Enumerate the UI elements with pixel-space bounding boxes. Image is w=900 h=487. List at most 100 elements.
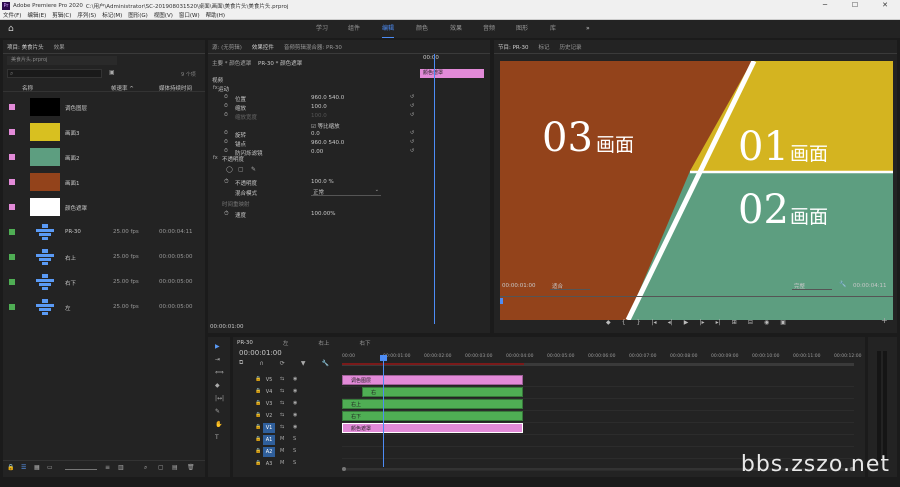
menu-edit[interactable]: 编辑(E) <box>24 11 49 19</box>
property-value[interactable]: 100.0 <box>311 104 327 110</box>
project-item[interactable]: 画面2 <box>3 146 205 170</box>
pen-tool-icon[interactable]: ✎ <box>215 408 220 415</box>
col-fps[interactable]: 帧速率 ^ <box>111 84 134 92</box>
ws-more-button[interactable]: » <box>586 20 590 38</box>
snap-icon[interactable]: ∩ <box>259 360 263 367</box>
time-remap-label[interactable]: 时间重映射 <box>222 200 250 208</box>
slip-tool-icon[interactable]: |↔| <box>215 395 224 402</box>
ripple-edit-icon[interactable]: ⟺ <box>215 369 224 376</box>
reset-icon[interactable]: ↺ <box>410 112 414 118</box>
label-color-swatch[interactable] <box>9 104 15 110</box>
ellipse-mask-icon[interactable]: ◯ <box>226 166 233 173</box>
track-lock-icon[interactable]: 🔒 <box>255 376 261 382</box>
linked-icon[interactable]: ⟳ <box>280 360 285 367</box>
track-name[interactable]: V2 <box>263 411 275 421</box>
new-item-icon[interactable]: ▤ <box>172 464 178 471</box>
eye-icon[interactable]: ◉ <box>293 388 297 394</box>
reset-icon[interactable]: ↺ <box>410 94 414 100</box>
tab-program[interactable]: 节目: PR-30 <box>498 43 529 51</box>
label-color-swatch[interactable] <box>9 154 15 160</box>
home-icon[interactable]: ⌂ <box>8 20 14 38</box>
insert-icon[interactable]: ⊞ <box>732 319 737 326</box>
project-item[interactable]: 画面3 <box>3 121 205 145</box>
wrench-icon[interactable]: 🔧 <box>839 281 846 288</box>
razor-tool-icon[interactable]: ◆ <box>215 382 220 389</box>
automate-icon[interactable]: ▥ <box>118 464 124 471</box>
mark-in-icon[interactable]: { <box>622 319 626 326</box>
project-item[interactable]: 右上 25.00 fps 00:00:05:00 <box>3 246 205 270</box>
master-clip-label[interactable]: 主要 * 颜色遮罩 <box>212 59 251 67</box>
play-icon[interactable]: ▶ <box>684 319 689 326</box>
zoom-slider[interactable] <box>65 469 97 470</box>
tab-source[interactable]: 源: (无剪辑) <box>212 43 242 51</box>
sync-lock-icon[interactable]: ⇆ <box>280 376 284 382</box>
eye-icon[interactable]: ◉ <box>293 412 297 418</box>
tab-markers[interactable]: 标记 <box>539 43 550 51</box>
fit-select[interactable]: 适合 <box>550 281 590 290</box>
hand-tool-icon[interactable]: ✋ <box>215 421 222 428</box>
track-name[interactable]: A2 <box>263 447 275 457</box>
add-button-icon[interactable]: + <box>881 316 888 325</box>
reset-icon[interactable]: ↺ <box>410 103 414 109</box>
label-color-swatch[interactable] <box>9 179 15 185</box>
reset-icon[interactable]: ↺ <box>410 148 414 154</box>
label-color-swatch[interactable] <box>9 304 15 310</box>
property-value[interactable]: 960.0 540.0 <box>311 95 344 101</box>
selection-tool-icon[interactable]: ▶ <box>215 343 220 350</box>
opacity-label[interactable]: 不透明度 <box>222 155 244 163</box>
eye-icon[interactable]: ◉ <box>293 400 297 406</box>
label-color-swatch[interactable] <box>9 254 15 260</box>
rect-mask-icon[interactable]: ▢ <box>238 166 244 173</box>
program-scrub-bar[interactable] <box>500 296 893 299</box>
speed-value[interactable]: 100.00% <box>311 211 335 217</box>
track-name[interactable]: V5 <box>263 375 275 385</box>
quality-select[interactable]: 完整 <box>792 281 832 290</box>
ws-tab-libraries[interactable]: 库 <box>550 20 556 38</box>
blend-mode-select[interactable]: 正常 ⌄ <box>311 187 381 196</box>
new-bin-icon[interactable]: ▣ <box>109 69 115 76</box>
button-editor-icon[interactable]: ▣ <box>780 319 786 326</box>
label-color-swatch[interactable] <box>9 204 15 210</box>
ws-tab-audio[interactable]: 音频 <box>483 20 495 38</box>
track-lock-icon[interactable]: 🔒 <box>255 412 261 418</box>
track-name[interactable]: V1 <box>263 423 275 433</box>
opacity-value[interactable]: 100.0 % <box>311 179 334 185</box>
reset-icon[interactable]: ↺ <box>410 130 414 136</box>
track-name[interactable]: V4 <box>263 387 275 397</box>
track-lock-icon[interactable]: 🔒 <box>255 460 261 466</box>
project-item[interactable]: 调色图层 <box>3 96 205 120</box>
tab-history[interactable]: 历史记录 <box>560 43 582 51</box>
uniform-scale-checkbox[interactable]: ☑ 等比缩放 <box>311 122 340 130</box>
timeline-clip[interactable]: 颜色遮罩 <box>342 423 523 433</box>
program-timecode[interactable]: 00:00:01:00 <box>502 283 536 289</box>
find-icon[interactable]: ⌕ <box>144 464 147 472</box>
lock-icon[interactable]: 🔒 <box>7 464 14 471</box>
ws-tab-learn[interactable]: 学习 <box>316 20 328 38</box>
track-lock-icon[interactable]: 🔒 <box>255 448 261 454</box>
property-value[interactable]: 0.0 <box>311 131 320 137</box>
col-name[interactable]: 名称 <box>22 84 33 92</box>
tab-seq-left[interactable]: 左 <box>283 339 289 347</box>
go-to-in-icon[interactable]: |◂ <box>652 319 657 326</box>
track-name[interactable]: V3 <box>263 399 275 409</box>
minimize-button[interactable]: ─ <box>810 0 840 11</box>
project-item[interactable]: 画面1 <box>3 171 205 195</box>
motion-label[interactable]: 运动 <box>218 85 229 93</box>
menu-file[interactable]: 文件(F) <box>0 11 24 19</box>
menu-help[interactable]: 帮助(H) <box>203 11 228 19</box>
step-forward-icon[interactable]: |▸ <box>699 319 704 326</box>
ws-tab-graphics[interactable]: 图形 <box>516 20 528 38</box>
ws-tab-effects[interactable]: 效果 <box>450 20 462 38</box>
mute-icon[interactable]: M <box>280 448 284 454</box>
reset-icon[interactable]: ↺ <box>410 139 414 145</box>
track-lock-icon[interactable]: 🔒 <box>255 436 261 442</box>
add-marker-icon[interactable]: ◆ <box>606 319 611 326</box>
sync-lock-icon[interactable]: ⇆ <box>280 400 284 406</box>
track-name[interactable]: A3 <box>263 459 275 469</box>
stopwatch-icon[interactable]: ⏱ <box>224 178 229 186</box>
go-to-out-icon[interactable]: ▸| <box>716 319 721 326</box>
tab-seq-bottom-right[interactable]: 右下 <box>359 339 370 347</box>
marker-icon[interactable]: ▼ <box>301 360 306 367</box>
tab-effects[interactable]: 效果 <box>54 43 65 51</box>
step-back-icon[interactable]: ◂| <box>668 319 673 326</box>
